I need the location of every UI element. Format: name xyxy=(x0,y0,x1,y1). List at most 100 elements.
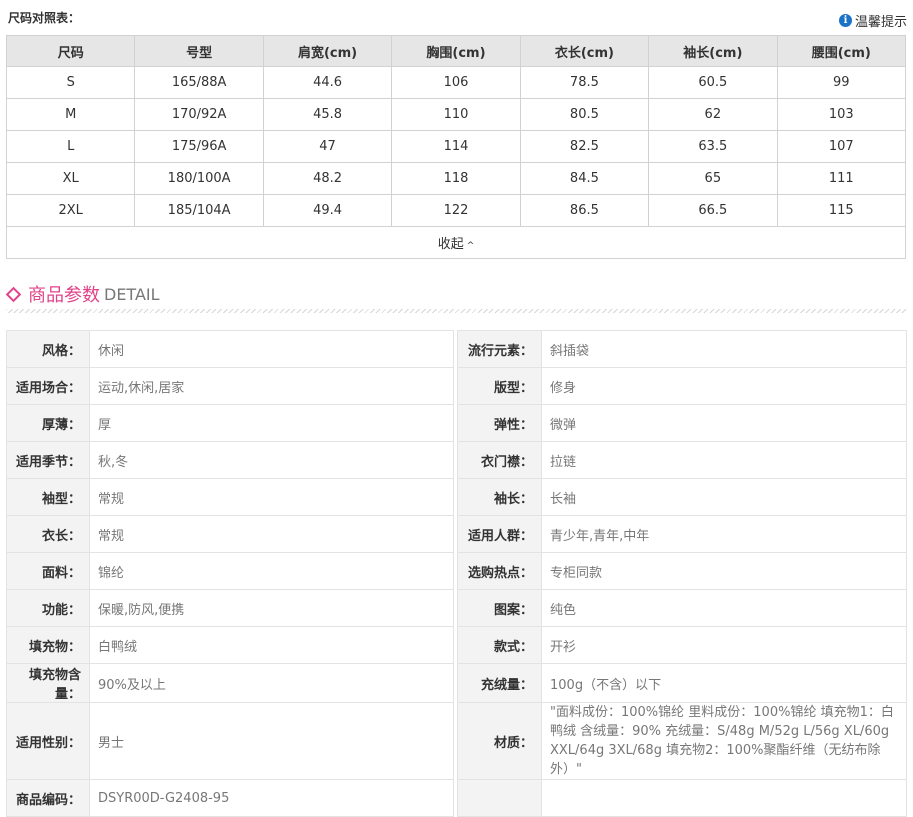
table-cell: 82.5 xyxy=(519,130,650,163)
collapse-row: 收起 ^ xyxy=(6,226,906,259)
param-row: 适用季节： 秋,冬 衣门襟： 拉链 xyxy=(6,441,907,479)
collapse-label: 收起 xyxy=(437,237,464,252)
param-value: 运动,休闲,居家 xyxy=(89,367,454,405)
size-chart-table: 尺码 号型 肩宽(cm) 胸围(cm) 衣长(cm) 袖长(cm) 腰围(cm)… xyxy=(5,35,907,259)
column-header: 胸围(cm) xyxy=(391,35,521,67)
column-header: 袖长(cm) xyxy=(648,35,778,67)
param-key: 适用季节： xyxy=(6,441,90,479)
table-cell: 44.6 xyxy=(262,66,393,99)
param-value: 微弹 xyxy=(541,404,907,442)
product-params-table: 风格： 休闲 流行元素： 斜插袋 适用场合： 运动,休闲,居家 版型： 修身 厚薄：厚弹性： 微弹… xyxy=(6,330,907,817)
param-row: 填充物含量： 90%及以上 充绒量： 100g（不含）以下 xyxy=(6,663,907,703)
param-key: 衣门襟： xyxy=(457,441,542,479)
diamond-icon xyxy=(5,286,22,302)
size-chart-title: 尺码对照表： xyxy=(8,11,81,25)
param-row: 适用场合： 运动,休闲,居家 版型： 修身 xyxy=(6,367,907,405)
param-key: 填充物： xyxy=(6,626,90,664)
table-cell: 47 xyxy=(262,130,393,163)
table-row: M 170/92A 45.8 110 80.5 62 103 xyxy=(5,98,907,131)
param-value: 常规 xyxy=(89,478,454,516)
param-key: 袖型： xyxy=(6,478,90,516)
param-key: 功能： xyxy=(6,589,90,627)
param-row: 袖型： 常规 袖长： 长袖 xyxy=(6,478,907,516)
param-value: 纯色 xyxy=(541,589,907,627)
param-key: 图案： xyxy=(457,589,542,627)
table-cell: 62 xyxy=(648,98,778,131)
param-value: 90%及以上 xyxy=(89,663,454,703)
param-value: DSYR00D-G2408-95 xyxy=(89,779,454,817)
tips-link[interactable]: i 温馨提示 xyxy=(838,11,907,30)
table-cell: 170/92A xyxy=(134,98,264,131)
param-value: 常规 xyxy=(89,515,454,553)
param-value: 秋,冬 xyxy=(89,441,454,479)
table-cell: 111 xyxy=(776,162,907,195)
param-key: 流行元素： xyxy=(457,330,542,368)
param-key: 款式： xyxy=(457,626,542,664)
param-key: 衣长： xyxy=(6,515,90,553)
column-header: 号型 xyxy=(134,35,264,67)
table-cell: 118 xyxy=(391,162,521,195)
table-cell: 45.8 xyxy=(262,98,393,131)
table-cell: 114 xyxy=(391,130,521,163)
param-key: 面料： xyxy=(6,552,90,590)
table-cell: 175/96A xyxy=(134,130,264,163)
param-key: 商品编码： xyxy=(6,779,90,817)
table-cell: 86.5 xyxy=(519,194,650,227)
table-row: XL 180/100A 48.2 118 84.5 65 111 xyxy=(5,162,907,195)
collapse-button[interactable]: 收起 ^ xyxy=(6,226,906,259)
table-cell: 2XL xyxy=(5,194,136,227)
column-header: 尺码 xyxy=(5,35,136,67)
size-chart-header-row: 尺码 号型 肩宽(cm) 胸围(cm) 衣长(cm) 袖长(cm) 腰围(cm) xyxy=(5,35,907,67)
table-cell: L xyxy=(5,130,136,163)
param-key: 风格： xyxy=(6,330,90,368)
table-cell: 103 xyxy=(776,98,907,131)
section-divider xyxy=(6,309,906,313)
table-cell: 106 xyxy=(391,66,521,99)
table-row: S 165/88A 44.6 106 78.5 60.5 99 xyxy=(5,66,907,99)
param-row: 衣长： 常规 适用人群： 青少年,青年,中年 xyxy=(6,515,907,553)
table-cell: 115 xyxy=(776,194,907,227)
param-key: 袖长： xyxy=(457,478,542,516)
param-key: 厚薄： xyxy=(6,404,90,442)
detail-section-heading: 商品参数 DETAIL xyxy=(5,281,160,307)
tips-label: 温馨提示 xyxy=(854,15,907,30)
table-row: L 175/96A 47 114 82.5 63.5 107 xyxy=(5,130,907,163)
table-cell: 84.5 xyxy=(519,162,650,195)
param-row: 厚薄：厚弹性： 微弹 xyxy=(6,404,907,442)
table-cell: 66.5 xyxy=(648,194,778,227)
param-key: 适用场合： xyxy=(6,367,90,405)
column-header: 肩宽(cm) xyxy=(262,35,393,67)
param-value: 斜插袋 xyxy=(541,330,907,368)
param-value: 锦纶 xyxy=(89,552,454,590)
table-cell: 99 xyxy=(776,66,907,99)
column-header: 衣长(cm) xyxy=(519,35,650,67)
table-cell: S xyxy=(5,66,136,99)
param-value: "面料成份：100%锦纶 里料成份：100%锦纶 填充物1：白鸭绒 含绒量：90… xyxy=(541,702,907,780)
table-cell: 63.5 xyxy=(648,130,778,163)
table-row: 2XL 185/104A 49.4 122 86.5 66.5 115 xyxy=(5,194,907,227)
table-cell: 78.5 xyxy=(519,66,650,99)
param-row: 商品编码： DSYR00D-G2408-95 xyxy=(6,779,907,817)
param-value: 保暖,防风,便携 xyxy=(89,589,454,627)
param-value: 长袖 xyxy=(541,478,907,516)
param-row: 面料： 锦纶 选购热点： 专柜同款 xyxy=(6,552,907,590)
param-value: 修身 xyxy=(541,367,907,405)
param-key: 充绒量： xyxy=(457,663,542,703)
table-cell: M xyxy=(5,98,136,131)
param-key: 弹性： xyxy=(457,404,542,442)
column-header: 腰围(cm) xyxy=(776,35,907,67)
table-cell: 60.5 xyxy=(648,66,778,99)
param-key: 填充物含量： xyxy=(6,663,90,703)
detail-title-en: DETAIL xyxy=(104,284,160,304)
param-key: 材质： xyxy=(457,702,542,780)
param-value xyxy=(541,779,907,817)
param-key: 适用性别： xyxy=(6,702,90,780)
table-cell: 80.5 xyxy=(519,98,650,131)
param-key: 选购热点： xyxy=(457,552,542,590)
table-cell: 122 xyxy=(391,194,521,227)
param-row: 功能： 保暖,防风,便携 图案： 纯色 xyxy=(6,589,907,627)
table-cell: 107 xyxy=(776,130,907,163)
param-key: 适用人群： xyxy=(457,515,542,553)
param-value: 青少年,青年,中年 xyxy=(541,515,907,553)
param-value: 白鸭绒 xyxy=(89,626,454,664)
